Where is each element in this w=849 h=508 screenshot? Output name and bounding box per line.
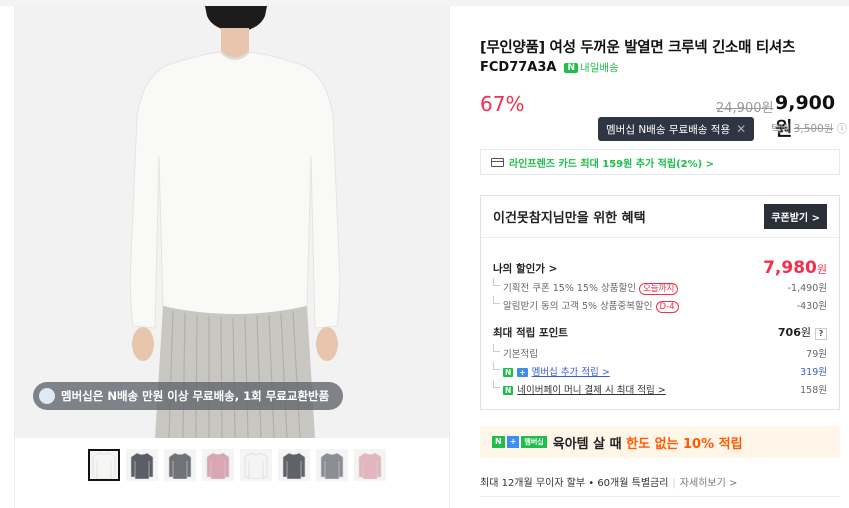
discount-item: 알림받기 동의 고객 5% 상품중복할인 D-4 -430원	[493, 296, 827, 313]
installment-text: 최대 12개월 무이자 할부 • 60개월 특별금리	[480, 478, 669, 489]
points-amount: 79원	[806, 349, 827, 360]
shipping-tooltip: 멤버십 N배송 무료배송 적용 ✕	[598, 117, 755, 141]
points-amount: 158원	[800, 385, 827, 396]
product-title: [무인양품] 여성 두꺼운 발열면 크루넥 긴소매 티셔츠	[480, 40, 795, 56]
shirt-icon	[92, 452, 116, 479]
membership-label: 멤버십	[521, 436, 547, 448]
naver-n-icon: N	[492, 436, 505, 448]
plus-icon: +	[506, 436, 520, 448]
membership-banner[interactable]: N + 멤버십 육아템 살 때 한도 없는 10% 적립	[480, 426, 840, 458]
product-thumbnail[interactable]	[88, 449, 120, 481]
my-discount-price: 7,980원	[763, 258, 827, 278]
shipping-fee: 택배 3,500원 ⓘ	[771, 121, 847, 136]
points-amount: 319원	[800, 367, 827, 378]
my-discount-link[interactable]: 나의 할인가 >	[493, 261, 557, 276]
discount-rate: 67%	[480, 92, 525, 116]
shirt-icon	[168, 452, 192, 479]
model-neck	[221, 28, 249, 58]
original-price: 24,900원	[716, 101, 774, 116]
divider	[480, 496, 840, 497]
get-coupon-button[interactable]: 쿠폰받기 >	[764, 204, 827, 229]
shirt-icon	[244, 452, 268, 479]
tomorrow-delivery-badge: N 내일배송	[564, 60, 619, 75]
max-points-row: 최대 적립 포인트 706원?	[493, 324, 827, 340]
naver-n-icon: N	[564, 62, 579, 73]
max-points-label: 최대 적립 포인트	[493, 326, 568, 339]
membership-icon	[39, 388, 55, 404]
naver-pay-icon: N	[503, 386, 514, 395]
membership-promo-pill: 멤버십은 N배송 만원 이상 무료배송, 1회 무료교환반품	[33, 382, 344, 410]
help-icon[interactable]: ?	[815, 328, 827, 340]
shirt-icon	[320, 452, 344, 479]
membership-badges: N + 멤버십	[492, 436, 547, 448]
shirt-icon	[282, 452, 306, 479]
close-icon[interactable]: ✕	[736, 122, 746, 136]
max-points-unit: 원	[800, 326, 811, 339]
product-thumbnail[interactable]	[278, 449, 310, 481]
points-item: N + 멤버십 추가 적립 > 319원	[493, 362, 827, 378]
naverpay-points-link[interactable]: 네이버페이 머니 결제 시 최대 적립 >	[517, 385, 665, 396]
naver-n-icon: N	[503, 368, 514, 377]
delivery-label: 내일배송	[580, 62, 619, 74]
product-thumbnail[interactable]	[316, 449, 348, 481]
banner-main: 육아템 살 때	[552, 436, 622, 452]
points-item: N 네이버페이 머니 결제 시 최대 적립 > 158원	[493, 380, 827, 396]
points-item: 기본적립 79원	[493, 344, 827, 360]
product-thumbnail[interactable]	[202, 449, 234, 481]
discount-item: 기획전 쿠폰 15% 15% 상품할인 오늘까지 -1,490원	[493, 278, 827, 295]
shipping-fee-value: 3,500원	[793, 123, 834, 135]
product-code-row: FCD77A3A N 내일배송	[480, 60, 619, 75]
benefit-panel: 이건못참지님만을 위한 혜택 쿠폰받기 > 나의 할인가 > 7,980원 기획…	[480, 195, 840, 410]
benefit-title: 이건못참지님만을 위한 혜택	[493, 211, 646, 226]
deadline-tag: D-4	[655, 301, 679, 313]
membership-points-link[interactable]: 멤버십 추가 적립 >	[532, 367, 610, 378]
my-discount-row: 나의 할인가 > 7,980원	[493, 258, 827, 278]
card-promo-link[interactable]: 라인프렌즈 카드 최대 159원 추가 적립(2%) >	[480, 149, 840, 175]
promo-text: 멤버십은 N배송 만원 이상 무료배송, 1회 무료교환반품	[61, 389, 330, 403]
product-thumbnail[interactable]	[126, 449, 158, 481]
tooltip-text: 멤버십 N배송 무료배송 적용	[606, 123, 731, 136]
card-promo-text: 라인프렌즈 카드 최대 159원 추가 적립(2%) >	[509, 158, 715, 170]
info-icon[interactable]: ⓘ	[837, 123, 848, 135]
thumbnail-list	[88, 449, 386, 481]
discount-amount: -430원	[796, 301, 827, 312]
shirt-icon	[206, 452, 230, 479]
details-link[interactable]: 자세히보기 >	[680, 478, 738, 489]
shipping-label: 택배	[771, 123, 791, 135]
product-thumbnail[interactable]	[164, 449, 196, 481]
discount-amount: -1,490원	[787, 283, 827, 294]
product-main-image[interactable]	[15, 6, 450, 438]
max-points-value: 706	[777, 326, 801, 339]
product-code: FCD77A3A	[480, 60, 557, 75]
banner-highlight: 한도 없는 10% 적립	[626, 436, 743, 452]
product-photo	[15, 6, 450, 438]
discount-label: 기획전 쿠폰 15% 15% 상품할인	[503, 283, 636, 294]
deadline-tag: 오늘까지	[638, 283, 679, 295]
shirt-icon	[358, 452, 382, 479]
plus-icon: +	[517, 368, 528, 377]
credit-card-icon	[491, 157, 504, 167]
discount-label: 알림받기 동의 고객 5% 상품중복할인	[503, 301, 653, 312]
product-thumbnail[interactable]	[354, 449, 386, 481]
shirt-icon	[130, 452, 154, 479]
banner-text: 육아템 살 때 한도 없는 10% 적립	[553, 433, 743, 452]
points-label: 기본적립	[503, 349, 538, 360]
benefit-header: 이건못참지님만을 위한 혜택 쿠폰받기 >	[481, 196, 839, 238]
my-price-value: 7,980	[763, 258, 817, 278]
divider	[449, 6, 450, 508]
my-price-unit: 원	[816, 263, 827, 276]
installment-info: 최대 12개월 무이자 할부 • 60개월 특별금리 | 자세히보기 >	[480, 478, 738, 489]
product-thumbnail[interactable]	[240, 449, 272, 481]
